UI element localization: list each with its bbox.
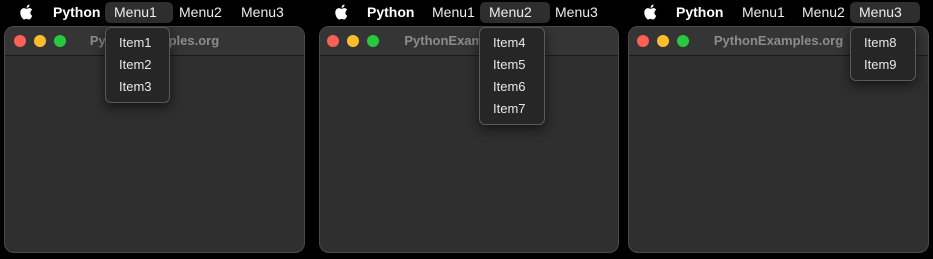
dropdown-menu3: Item8 Item9 — [850, 27, 916, 81]
window-title: PythonExamples.org — [404, 33, 534, 48]
minimize-button[interactable] — [34, 35, 46, 47]
close-button[interactable] — [637, 35, 649, 47]
menu-item-2[interactable]: Item2 — [106, 54, 169, 76]
menu-item-5[interactable]: Item5 — [480, 54, 544, 76]
menubar-menu1[interactable]: Menu1 — [733, 2, 794, 23]
menubar-menu2[interactable]: Menu2 — [170, 2, 231, 23]
menu-item-3[interactable]: Item3 — [106, 76, 169, 98]
menubar-app-name[interactable]: Python — [44, 2, 109, 23]
window-titlebar[interactable]: PythonExamples.org — [320, 27, 618, 56]
menubar-menu2[interactable]: Menu2 — [480, 2, 550, 23]
menubar-app-name[interactable]: Python — [358, 2, 423, 23]
minimize-button[interactable] — [657, 35, 669, 47]
menubar-menu1[interactable]: Menu1 — [105, 2, 173, 23]
close-button[interactable] — [14, 35, 26, 47]
screenshot-panel-2: Python Menu1 Menu2 Menu3 PythonExamples.… — [313, 0, 623, 259]
maximize-button[interactable] — [677, 35, 689, 47]
screenshot-panel-1: Python Menu1 Menu2 Menu3 PythonExamples.… — [0, 0, 310, 259]
menu-item-8[interactable]: Item8 — [851, 32, 915, 54]
menubar-menu3[interactable]: Menu3 — [850, 2, 920, 23]
menubar-menu1[interactable]: Menu1 — [423, 2, 484, 23]
menu-item-9[interactable]: Item9 — [851, 54, 915, 76]
app-window: PythonExamples.org — [319, 26, 619, 253]
screenshot-panel-3: Python Menu1 Menu2 Menu3 PythonExamples.… — [623, 0, 933, 259]
menu-item-1[interactable]: Item1 — [106, 32, 169, 54]
apple-icon[interactable] — [334, 4, 348, 20]
apple-icon[interactable] — [643, 4, 657, 20]
menubar-menu2[interactable]: Menu2 — [793, 2, 854, 23]
dropdown-menu2: Item4 Item5 Item6 Item7 — [479, 27, 545, 125]
maximize-button[interactable] — [367, 35, 379, 47]
apple-icon[interactable] — [19, 4, 33, 20]
menu-item-6[interactable]: Item6 — [480, 76, 544, 98]
menu-item-7[interactable]: Item7 — [480, 98, 544, 120]
close-button[interactable] — [327, 35, 339, 47]
maximize-button[interactable] — [54, 35, 66, 47]
minimize-button[interactable] — [347, 35, 359, 47]
menu-item-4[interactable]: Item4 — [480, 32, 544, 54]
menubar-menu3[interactable]: Menu3 — [546, 2, 607, 23]
dropdown-menu1: Item1 Item2 Item3 — [105, 27, 170, 103]
menubar-menu3[interactable]: Menu3 — [232, 2, 293, 23]
menubar-app-name[interactable]: Python — [667, 2, 732, 23]
